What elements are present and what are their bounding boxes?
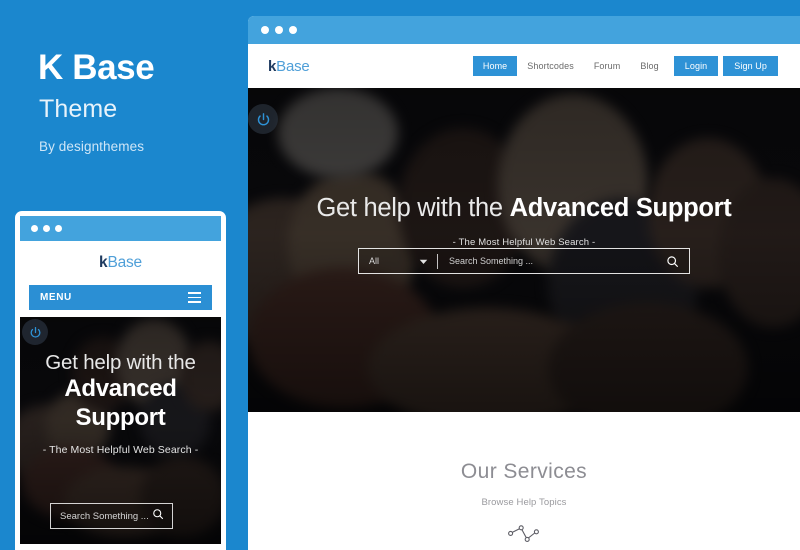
mobile-hero-heading-line2a: Advanced <box>64 375 177 403</box>
promo-title: K Base <box>38 48 155 87</box>
connected-nodes-icon <box>248 524 800 546</box>
nav-menu: Home Shortcodes Forum Blog Login Sign Up <box>472 56 778 76</box>
login-button[interactable]: Login <box>673 56 719 76</box>
window-dot-icon[interactable] <box>55 225 62 232</box>
mobile-search-input[interactable]: Search Something ... <box>60 511 149 522</box>
search-icon[interactable] <box>152 507 164 525</box>
hero-heading-bold: Advanced Support <box>509 194 732 222</box>
search-category-select[interactable]: All <box>359 249 437 273</box>
window-dot-icon[interactable] <box>261 26 269 34</box>
mobile-hero-heading-line1: Get help with the <box>45 351 196 374</box>
mobile-hero-tagline: - The Most Helpful Web Search - <box>42 443 199 456</box>
services-title: Our Services <box>460 460 588 483</box>
window-dot-icon[interactable] <box>275 26 283 34</box>
nav-item-blog[interactable]: Blog <box>630 56 668 76</box>
mobile-hero-heading-line2b: Support <box>75 403 166 431</box>
nav-item-forum[interactable]: Forum <box>584 56 631 76</box>
hero-text: Get help with the Advanced Support - The… <box>248 194 800 248</box>
services-subtitle: Browse Help Topics <box>481 497 567 508</box>
search-input[interactable]: Search Something ... <box>438 256 655 266</box>
site-logo-k: k <box>268 57 277 75</box>
window-dot-icon[interactable] <box>289 26 297 34</box>
window-dot-icon[interactable] <box>31 225 38 232</box>
power-icon[interactable] <box>248 104 278 134</box>
hero-search-bar: All Search Something ... <box>358 248 690 274</box>
site-logo[interactable]: kBase <box>268 58 310 75</box>
nav-item-shortcodes[interactable]: Shortcodes <box>517 56 584 76</box>
signup-button[interactable]: Sign Up <box>723 56 778 76</box>
services-section: Our Services Browse Help Topics <box>248 412 800 546</box>
mobile-menu-label: MENU <box>40 292 72 303</box>
browser-window-mockup: kBase Home Shortcodes Forum Blog Login S… <box>248 16 800 550</box>
site-logo-base: Base <box>276 57 310 75</box>
chevron-down-icon[interactable] <box>419 252 428 270</box>
mobile-device-mockup: kBase MENU Get help with the Advanced Su… <box>15 211 226 550</box>
promo-subtitle: Theme <box>39 95 118 123</box>
power-icon[interactable] <box>22 319 48 345</box>
mobile-menu-bar[interactable]: MENU <box>29 285 212 310</box>
browser-titlebar <box>248 16 800 44</box>
hamburger-icon[interactable] <box>188 292 201 303</box>
screenshot-root: K Base Theme By designthemes kBase MENU <box>0 0 800 550</box>
window-dot-icon[interactable] <box>43 225 50 232</box>
mobile-screen: kBase MENU Get help with the Advanced Su… <box>20 216 221 550</box>
hero-section: Get help with the Advanced Support - The… <box>248 88 800 412</box>
search-category-value: All <box>369 256 380 266</box>
mobile-titlebar <box>20 216 221 241</box>
mobile-search-box[interactable]: Search Something ... <box>50 503 173 529</box>
nav-item-home[interactable]: Home <box>472 56 518 76</box>
mobile-logo-base: Base <box>107 254 142 271</box>
promo-author: By designthemes <box>39 139 145 154</box>
search-submit-button[interactable] <box>655 255 689 268</box>
mobile-hero: Get help with the Advanced Support - The… <box>20 317 221 544</box>
mobile-hero-text: Get help with the Advanced Support - The… <box>20 351 221 456</box>
hero-heading-thin: Get help with the <box>316 194 510 222</box>
mobile-logo[interactable]: kBase <box>20 241 221 285</box>
site-navbar: kBase Home Shortcodes Forum Blog Login S… <box>248 44 800 88</box>
hero-tagline: - The Most Helpful Web Search - <box>452 236 596 248</box>
